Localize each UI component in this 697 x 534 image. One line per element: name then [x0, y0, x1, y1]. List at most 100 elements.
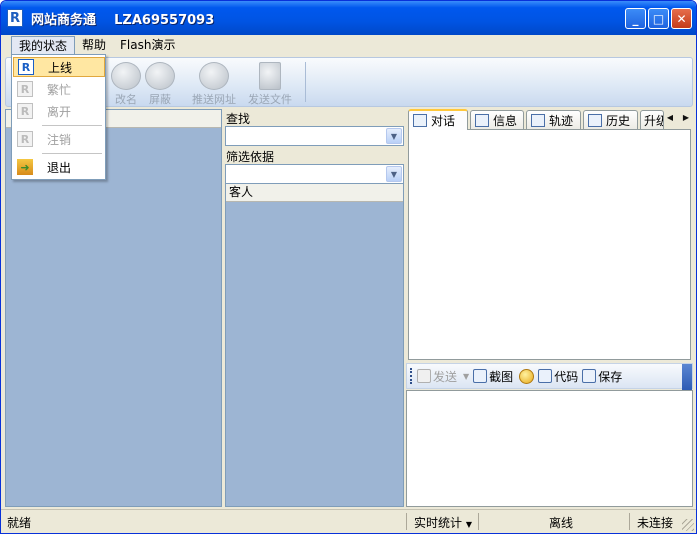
exit-item[interactable]: ➜ 退出 — [13, 157, 105, 177]
title-bar[interactable]: R 网站商务通 LZA69557093 _ □ ✕ — [1, 1, 696, 35]
conversation-tabs: 对话 信息 轨迹 历史 升级 ◀ ▶ — [408, 109, 693, 130]
menu-divider — [42, 153, 102, 154]
send-file-button[interactable]: 发送文件 — [242, 60, 298, 106]
globe-icon — [199, 62, 229, 90]
status-busy-item[interactable]: R 繁忙 — [13, 79, 105, 99]
input-toolbar: 发送 ▼ 截图 代码 保存 — [406, 363, 693, 390]
menu-help[interactable]: 帮助 — [75, 36, 113, 55]
resize-grip[interactable] — [682, 519, 694, 531]
tab-scroll: ◀ ▶ — [663, 110, 693, 127]
code-button[interactable]: 代码 — [538, 368, 578, 385]
block-label: 屏蔽 — [149, 93, 171, 106]
status-online-label: 上线 — [48, 60, 73, 75]
screenshot-icon — [473, 369, 488, 383]
status-menu: R 上线 R 繁忙 R 离开 R 注销 ➜ 退出 — [11, 54, 106, 180]
info-icon — [475, 113, 489, 127]
chevron-right-icon[interactable]: ▶ — [679, 110, 693, 125]
filter-combo[interactable]: ▼ — [225, 164, 404, 184]
online-status: 离线 — [549, 516, 574, 530]
exit-icon: ➜ — [17, 159, 33, 175]
message-input[interactable] — [406, 390, 693, 507]
menu-divider — [42, 125, 102, 126]
chevron-down-icon[interactable]: ▼ — [386, 128, 402, 144]
tab-history-label: 历史 — [606, 113, 631, 128]
screenshot-label: 截图 — [489, 369, 514, 384]
app-name: 网站商务通 — [31, 12, 97, 28]
logout-icon: R — [17, 131, 33, 147]
tab-trail[interactable]: 轨迹 — [526, 110, 581, 129]
conversation-panel: 对话 信息 轨迹 历史 升级 ◀ ▶ — [406, 109, 693, 507]
status-divider — [629, 513, 630, 530]
code-icon — [538, 369, 553, 383]
guest-list-header[interactable]: 客人 — [226, 184, 403, 202]
realtime-stats-label: 实时统计 — [414, 516, 463, 530]
push-url-label: 推送网址 — [192, 93, 236, 106]
send-file-label: 发送文件 — [248, 93, 292, 106]
save-button[interactable]: 保存 — [582, 368, 622, 385]
chevron-down-icon: ▼ — [465, 520, 472, 529]
emoticon-icon[interactable] — [519, 368, 535, 384]
tab-upgrade-label: 升级 — [644, 113, 663, 128]
history-icon — [588, 113, 602, 127]
chevron-left-icon[interactable]: ◀ — [663, 110, 677, 125]
status-divider — [406, 513, 407, 530]
connection-status: 未连接 — [637, 516, 674, 530]
toolbar-divider — [305, 62, 306, 102]
toolbar-overflow-button[interactable] — [682, 364, 692, 390]
app-logo-icon: R — [7, 9, 23, 27]
search-panel: 查找 ▼ 筛选依据 ▼ 客人 — [224, 109, 404, 507]
status-online-item[interactable]: R 上线 — [13, 57, 105, 77]
status-busy-label: 繁忙 — [47, 82, 72, 97]
filter-label: 筛选依据 — [226, 150, 275, 164]
minimize-button[interactable]: _ — [625, 8, 646, 29]
chat-icon — [413, 114, 427, 127]
menu-flash-demo[interactable]: Flash演示 — [113, 36, 182, 55]
send-label: 发送 — [433, 369, 458, 384]
busy-icon: R — [17, 81, 33, 97]
exit-label: 退出 — [47, 160, 72, 175]
realtime-stats-button[interactable]: 实时统计 ▼ — [414, 514, 472, 531]
chat-history-area[interactable] — [408, 129, 691, 360]
search-combo[interactable]: ▼ — [225, 126, 404, 146]
away-icon: R — [17, 103, 33, 119]
menu-my-status[interactable]: 我的状态 — [11, 35, 76, 55]
main-toolbar: 改名 屏蔽 推送网址 发送文件 — [5, 57, 693, 107]
toolbar-grip[interactable] — [410, 368, 413, 384]
block-button[interactable]: 屏蔽 — [132, 60, 188, 106]
chevron-down-icon[interactable]: ▼ — [386, 166, 402, 182]
guest-list[interactable]: 客人 — [225, 183, 404, 507]
tab-upgrade[interactable]: 升级 — [640, 110, 664, 129]
status-logout-label: 注销 — [47, 132, 72, 147]
status-bar: 就绪 实时统计 ▼ 离线 未连接 — [1, 509, 696, 533]
chevron-down-icon[interactable]: ▼ — [463, 372, 469, 381]
maximize-button[interactable]: □ — [648, 8, 669, 29]
trail-icon — [531, 113, 545, 127]
tab-chat[interactable]: 对话 — [408, 109, 468, 130]
close-button[interactable]: ✕ — [671, 8, 692, 29]
search-label: 查找 — [226, 112, 251, 126]
save-icon — [582, 369, 597, 383]
window-controls: _ □ ✕ — [625, 8, 692, 29]
status-logout-item[interactable]: R 注销 — [13, 129, 105, 149]
send-button[interactable]: 发送 ▼ — [417, 368, 469, 385]
push-url-button[interactable]: 推送网址 — [186, 60, 242, 106]
tab-history[interactable]: 历史 — [583, 110, 638, 129]
tab-info[interactable]: 信息 — [470, 110, 524, 129]
status-away-label: 离开 — [47, 104, 72, 119]
app-window: R 网站商务通 LZA69557093 _ □ ✕ 我的状态 帮助 Flash演… — [0, 0, 697, 534]
block-icon — [145, 62, 175, 90]
send-file-icon — [259, 62, 281, 90]
tab-trail-label: 轨迹 — [549, 113, 574, 128]
menu-bar: 我的状态 帮助 Flash演示 — [1, 35, 696, 55]
tab-info-label: 信息 — [493, 113, 518, 128]
online-icon: R — [18, 59, 34, 75]
tab-chat-label: 对话 — [431, 114, 456, 128]
status-ready: 就绪 — [7, 516, 32, 530]
status-away-item[interactable]: R 离开 — [13, 101, 105, 121]
screenshot-button[interactable]: 截图 — [473, 368, 513, 385]
account-id: LZA69557093 — [114, 12, 215, 28]
save-label: 保存 — [598, 369, 623, 384]
window-title: 网站商务通 LZA69557093 — [31, 9, 214, 28]
send-icon — [417, 369, 431, 383]
code-label: 代码 — [554, 369, 579, 384]
